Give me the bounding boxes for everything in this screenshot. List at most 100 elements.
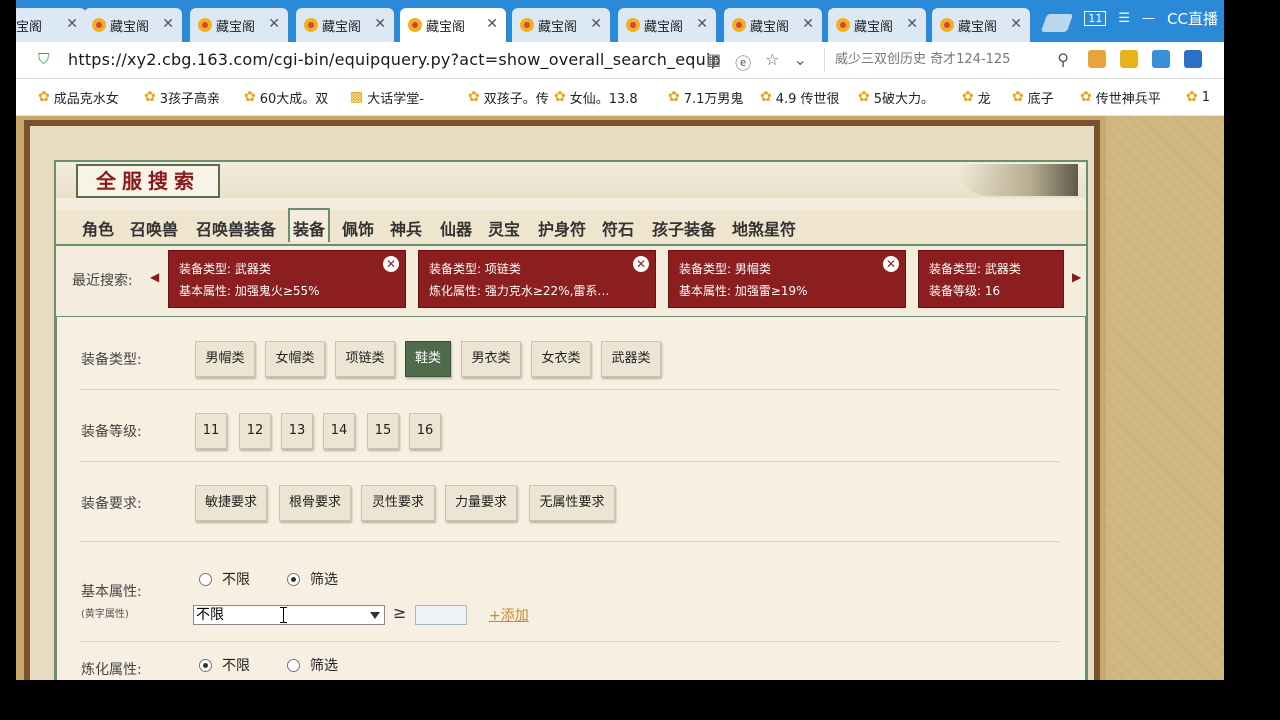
browser-tab[interactable]: 藏宝阁 ✕ (828, 8, 926, 42)
cbg-favicon-icon (92, 18, 106, 32)
close-icon[interactable]: ✕ (906, 16, 918, 32)
bookmark-item[interactable]: ✿ 成品克水女 (38, 88, 119, 107)
extension-icon[interactable] (1088, 50, 1106, 68)
minimize-icon[interactable]: — (1142, 11, 1155, 26)
qr-code-icon[interactable]: ▦ (706, 50, 721, 74)
radio-label: 筛选 (310, 658, 338, 674)
equip-type-option[interactable]: 女衣类 (531, 341, 591, 377)
close-icon[interactable]: ✕ (883, 256, 899, 272)
tab-child-equip[interactable]: 孩子装备 (652, 216, 716, 240)
equip-type-option[interactable]: 男衣类 (461, 341, 521, 377)
close-icon[interactable]: ✕ (590, 16, 602, 32)
equip-req-option[interactable]: 根骨要求 (279, 485, 351, 521)
equip-req-option[interactable]: 无属性要求 (529, 485, 615, 521)
bookmark-item[interactable]: ✿ 底子 (1012, 88, 1054, 107)
tab-rune-stone[interactable]: 符石 (602, 216, 634, 240)
refine-attr-radio-unlimited[interactable]: 不限 (199, 655, 250, 675)
bookmark-item[interactable]: ✿ 60大成。双 (244, 88, 328, 107)
bookmark-item[interactable]: ▩ 大话学堂- (350, 88, 424, 107)
equip-type-option-selected[interactable]: 鞋类 (405, 341, 451, 377)
equip-level-option[interactable]: 14 (323, 413, 355, 449)
bookmark-item[interactable]: ✿ 4.9 传世很 (760, 88, 840, 107)
bookmark-item[interactable]: ✿ 传世神兵平 (1080, 88, 1161, 107)
equip-level-option[interactable]: 12 (239, 413, 271, 449)
bookmark-item[interactable]: ✿ 双孩子。传 (468, 88, 549, 107)
extension-icon[interactable] (1152, 50, 1170, 68)
url-input[interactable]: https://xy2.cbg.163.com/cgi-bin/equipque… (68, 50, 721, 69)
recent-chip[interactable]: 装备类型: 武器类 装备等级: 16 (918, 250, 1064, 308)
equip-type-option[interactable]: 男帽类 (195, 341, 255, 377)
tab-summon-equip[interactable]: 召唤兽装备 (196, 216, 276, 240)
tab-equip[interactable]: 装备 (288, 208, 331, 242)
close-icon[interactable]: ✕ (162, 16, 174, 32)
search-icon[interactable]: ⚲ (1057, 48, 1069, 72)
equip-level-option[interactable]: 13 (281, 413, 313, 449)
basic-attr-radio-unlimited[interactable]: 不限 (199, 569, 250, 589)
browser-tab[interactable]: 藏宝阁 ✕ (190, 8, 288, 42)
menu-icon[interactable]: ☰ (1118, 11, 1130, 26)
equip-level-option[interactable]: 16 (409, 413, 441, 449)
browser-tab[interactable]: 宝阁 ✕ (16, 8, 86, 42)
tab-divine-weapon[interactable]: 神兵 (390, 216, 422, 240)
equip-req-option[interactable]: 力量要求 (445, 485, 517, 521)
recent-chip[interactable]: 装备类型: 项链类 炼化属性: 强力克水≥22%,雷系… ✕ (418, 250, 656, 308)
cbg-favicon-icon (198, 18, 212, 32)
page-content: 全服搜索 角色 召唤兽 召唤兽装备 装备 佩饰 神兵 仙器 灵宝 护身符 符石 … (16, 116, 1224, 680)
equip-type-option[interactable]: 项链类 (335, 341, 395, 377)
close-icon[interactable]: ✕ (486, 16, 498, 32)
close-icon[interactable]: ✕ (1010, 16, 1022, 32)
equip-type-option[interactable]: 女帽类 (265, 341, 325, 377)
browser-tab[interactable]: 藏宝阁 ✕ (618, 8, 716, 42)
equip-type-option[interactable]: 武器类 (601, 341, 661, 377)
browser-tab[interactable]: 藏宝阁 ✕ (512, 8, 610, 42)
recent-chip[interactable]: 装备类型: 男帽类 基本属性: 加强雷≥19% ✕ (668, 250, 906, 308)
tab-spirit-treasure[interactable]: 灵宝 (488, 216, 520, 240)
basic-attr-radio-filter[interactable]: 筛选 (287, 569, 338, 589)
equip-req-option[interactable]: 灵性要求 (361, 485, 435, 521)
close-icon[interactable]: ✕ (802, 16, 814, 32)
tab-role[interactable]: 角色 (82, 216, 114, 240)
browser-tab-active[interactable]: 藏宝阁 ✕ (400, 8, 506, 42)
basic-attr-select[interactable]: 不限 (193, 605, 385, 625)
window-count-badge[interactable]: 11 (1084, 10, 1107, 26)
close-icon[interactable]: ✕ (66, 16, 78, 32)
bookmark-item[interactable]: ✿ 龙 (962, 88, 991, 107)
tab-amulet[interactable]: 护身符 (538, 216, 586, 240)
equip-level-option[interactable]: 15 (367, 413, 399, 449)
basic-attr-value-input[interactable] (415, 605, 467, 625)
tab-star-talisman[interactable]: 地煞星符 (732, 216, 796, 240)
tab-accessory[interactable]: 佩饰 (342, 216, 374, 240)
arrow-right-icon[interactable]: ▶ (1072, 270, 1081, 284)
bookmark-item[interactable]: ✿ 5破大力。 (858, 88, 934, 107)
search-text: 威少三双创历史 奇才124-125 (835, 52, 1011, 67)
bookmark-item[interactable]: ✿ 1 (1186, 89, 1210, 105)
browser-tab[interactable]: 藏宝阁 ✕ (724, 8, 822, 42)
add-attr-link[interactable]: +添加 (489, 605, 529, 625)
refine-attr-radio-filter[interactable]: 筛选 (287, 655, 338, 675)
favorite-star-icon[interactable]: ☆ (765, 50, 779, 74)
tab-summon[interactable]: 召唤兽 (130, 216, 178, 240)
bookmark-item[interactable]: ✿ 3孩子高亲 (144, 88, 220, 107)
bookmark-item[interactable]: ✿ 7.1万男鬼 (668, 88, 743, 107)
new-tab-button[interactable] (1040, 14, 1074, 32)
close-icon[interactable]: ✕ (374, 16, 386, 32)
extension-icon[interactable] (1184, 50, 1202, 68)
search-box[interactable]: 威少三双创历史 奇才124-125 ⚲ (824, 48, 1069, 72)
recent-chip[interactable]: 装备类型: 武器类 基本属性: 加强鬼火≥55% ✕ (168, 250, 406, 308)
close-icon[interactable]: ✕ (268, 16, 280, 32)
bookmark-item[interactable]: ✿ 女仙。13.8 (554, 88, 638, 107)
close-icon[interactable]: ✕ (696, 16, 708, 32)
chevron-down-icon[interactable]: ⌄ (793, 50, 806, 74)
equip-req-option[interactable]: 敏捷要求 (195, 485, 267, 521)
browser-tab[interactable]: 藏宝阁 ✕ (932, 8, 1030, 42)
tab-immortal-weapon[interactable]: 仙器 (440, 216, 472, 240)
close-icon[interactable]: ✕ (383, 256, 399, 272)
key-icon[interactable] (1120, 50, 1138, 68)
browser-tab[interactable]: 藏宝阁 ✕ (84, 8, 182, 42)
browser-tab[interactable]: 藏宝阁 ✕ (296, 8, 394, 42)
close-icon[interactable]: ✕ (633, 256, 649, 272)
equip-level-option[interactable]: 11 (195, 413, 227, 449)
reader-icon[interactable]: ⓔ (735, 50, 751, 74)
security-shield-icon[interactable]: ⛉ (38, 51, 54, 68)
arrow-left-icon[interactable]: ◀ (150, 270, 159, 284)
